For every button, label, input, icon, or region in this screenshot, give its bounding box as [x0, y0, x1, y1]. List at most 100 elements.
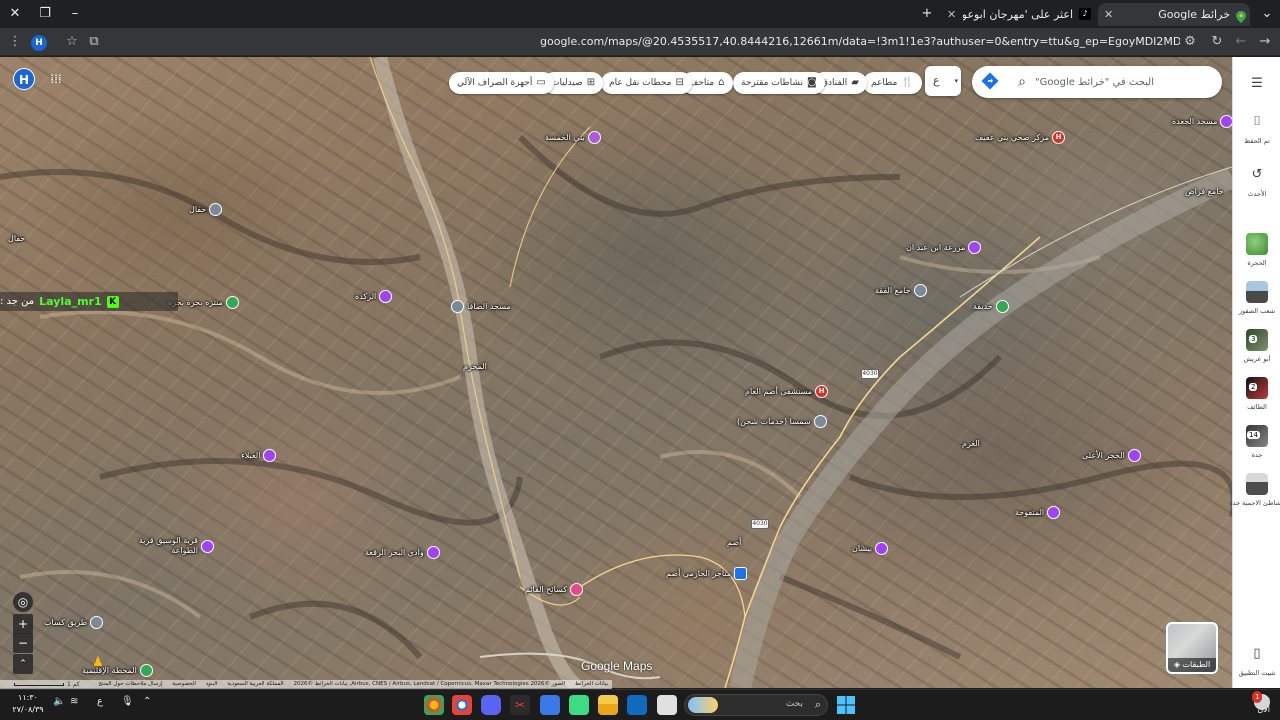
poi-marker[interactable]: الزكدة: [355, 290, 393, 303]
taskbar-search[interactable]: بحث ⌕: [684, 694, 828, 716]
wifi-icon[interactable]: ≋: [70, 696, 78, 707]
tab-search-button[interactable]: ⌄: [1252, 0, 1280, 28]
tab-google-maps[interactable]: ✕ خرائط Google: [1098, 3, 1250, 26]
poi-marker[interactable]: حفال: [189, 203, 223, 216]
poi-marker[interactable]: طريق كساب: [44, 616, 104, 629]
site-settings-icon[interactable]: ⚙: [1180, 32, 1200, 52]
poi-marker[interactable]: متاجر الحازمي أضم: [666, 567, 747, 580]
restore-window-button[interactable]: ❐: [30, 0, 60, 28]
rail-saved[interactable]: ⌷ تم الحفظ: [1233, 111, 1280, 145]
restaurant-icon: 🍴: [901, 77, 914, 88]
forward-icon[interactable]: ←: [1231, 32, 1251, 52]
place-label: أضم: [727, 538, 742, 547]
poi-marker[interactable]: جامع الفقة: [875, 284, 927, 297]
rail-recent-place[interactable]: شاطئ الاجمية جدة: [1229, 473, 1280, 507]
android-app-icon[interactable]: [569, 695, 589, 715]
microphone-icon[interactable]: 🎙: [121, 696, 134, 707]
poi-marker[interactable]: كسائح الفائم: [525, 583, 584, 596]
close-tab-icon[interactable]: ✕: [947, 3, 956, 26]
close-window-button[interactable]: ✕: [0, 0, 30, 28]
zoom-out-button[interactable]: −: [13, 633, 33, 653]
rail-recent-place[interactable]: 14 جدة: [1233, 425, 1280, 459]
menu-dots-icon[interactable]: ⋮: [5, 32, 25, 52]
chip-atms[interactable]: ▭ أجهزة الصراف الآلي: [449, 72, 554, 94]
my-location-button[interactable]: ◎: [13, 592, 33, 612]
zoom-in-button[interactable]: +: [13, 614, 33, 634]
place-thumb: 14: [1246, 425, 1268, 447]
address-bar: ⋮ H ☆ ⧉ google.com/maps/@20.4535517,40.8…: [0, 28, 1280, 56]
search-icon[interactable]: ⌕: [1012, 72, 1032, 92]
poi-marker[interactable]: منتزه بحرة بحرة: [168, 296, 239, 309]
poi-marker[interactable]: H مستشفى أضم العام: [745, 385, 829, 398]
discord-icon[interactable]: [481, 695, 501, 715]
language-indicator[interactable]: ع: [97, 696, 103, 707]
poi-marker: الغرم: [962, 439, 980, 448]
menu-button[interactable]: ☰: [1233, 73, 1280, 95]
satellite-map[interactable]: مسجد الجعدة H مركز صحي بني عفيف جامع فراض…: [0, 57, 1232, 688]
tab-festival[interactable]: ✕ اعثر على 'مهرجان ابوعويش' على ♪: [945, 3, 1095, 26]
rail-recent-place[interactable]: 2 الطائف: [1233, 377, 1280, 411]
directions-icon[interactable]: [980, 72, 1000, 92]
chip-restaurants[interactable]: 🍴 مطاعم: [863, 72, 922, 94]
poi-marker[interactable]: مزرعة ابن عبد ان: [906, 241, 982, 254]
capcut-icon[interactable]: ✂: [510, 695, 530, 715]
road-shield: 4030: [751, 519, 769, 529]
task-view-icon[interactable]: [657, 695, 677, 715]
layers-button[interactable]: الطبقات ◈: [1166, 622, 1218, 674]
transit-toggle[interactable]: ع ▾: [925, 66, 961, 96]
close-tab-icon[interactable]: ✕: [1104, 3, 1113, 26]
rail-recent-place[interactable]: 3 أبو عريش: [1233, 329, 1280, 363]
rail-install-app[interactable]: ▯ تثبيت التطبيق: [1233, 643, 1280, 677]
chip-transit[interactable]: ⊟ محطات نقل عام: [601, 72, 692, 94]
chip-things-to-do[interactable]: ◙ نشاطات مقترحة: [733, 72, 825, 94]
poi-marker[interactable]: بيشان: [852, 542, 889, 555]
poi-marker[interactable]: قرية الوسيق قرية الطواعة: [138, 536, 214, 556]
minimize-window-button[interactable]: –: [60, 0, 90, 28]
rail-recents[interactable]: ↺ الأحدث: [1233, 164, 1280, 198]
snipping-icon[interactable]: [540, 695, 560, 715]
scale-bar[interactable]: 1 كم: [14, 680, 80, 689]
road-shield: 4030: [861, 369, 879, 379]
start-button[interactable]: [836, 695, 856, 715]
apps-grid-icon[interactable]: ⁞⁞⁞: [47, 70, 65, 88]
weather-widget[interactable]: رطب الآن 1: [1220, 691, 1270, 716]
account-avatar[interactable]: H: [13, 68, 35, 90]
url-field[interactable]: google.com/maps/@20.4535517,40.8444216,1…: [540, 34, 1180, 50]
system-clock[interactable]: ١١:٣٠ ٢٧/٠٨/٣٩: [8, 692, 48, 716]
chrome-icon[interactable]: [424, 695, 444, 715]
profile-avatar[interactable]: H: [29, 32, 49, 52]
tray-expand-icon[interactable]: ⌃: [143, 696, 151, 707]
rail-recent-place[interactable]: شعب الصقور: [1233, 281, 1280, 315]
layers-icon: ◈: [1173, 660, 1180, 669]
volume-icon[interactable]: 🔈: [53, 696, 65, 707]
poi-marker[interactable]: وادي البحر الرقعة: [365, 546, 440, 559]
poi-marker[interactable]: المتفوحة: [1015, 506, 1061, 519]
tab-title: خرائط Google: [1158, 8, 1230, 21]
poi-marker[interactable]: العبلاء: [241, 449, 277, 462]
poi-marker[interactable]: بني الخمسة: [545, 131, 601, 144]
reload-icon[interactable]: ↻: [1207, 32, 1227, 52]
back-icon[interactable]: →: [1255, 32, 1275, 52]
bookmark-star-icon[interactable]: ☆: [62, 32, 82, 52]
hamburger-menu-icon: ☰: [1251, 76, 1263, 91]
rail-recent-place[interactable]: الحجرة: [1233, 233, 1280, 267]
expand-imagery-button[interactable]: ⌃: [13, 654, 33, 674]
poi-marker[interactable]: جامع فراض: [1185, 187, 1224, 196]
store-icon[interactable]: [627, 695, 647, 715]
search-input[interactable]: [1032, 72, 1154, 92]
chrome-profile-icon[interactable]: [452, 695, 472, 715]
map-attribution: بيانات الخرائط الصور ©2026 Airbus, CNES …: [0, 680, 612, 689]
poi-marker[interactable]: H مركز صحي بني عفيف: [975, 131, 1065, 144]
poi-marker[interactable]: مسجد الصافا: [451, 300, 511, 313]
tiktok-favicon-icon: ♪: [1079, 8, 1091, 20]
poi-marker[interactable]: حديقة: [973, 300, 1009, 313]
file-explorer-icon[interactable]: [598, 695, 618, 715]
new-tab-button[interactable]: +: [912, 0, 942, 28]
install-app-icon[interactable]: ⧉: [84, 32, 104, 52]
place-label: المخرم: [463, 362, 487, 371]
pegman-icon[interactable]: ♟: [91, 655, 105, 671]
poi-marker[interactable]: مسجد الجعدة: [1172, 115, 1232, 128]
search-box[interactable]: ⌕: [972, 66, 1222, 98]
poi-marker[interactable]: الحجر الأعلى: [1082, 449, 1141, 462]
poi-marker[interactable]: سمسا (خدمات شحن): [737, 415, 827, 428]
